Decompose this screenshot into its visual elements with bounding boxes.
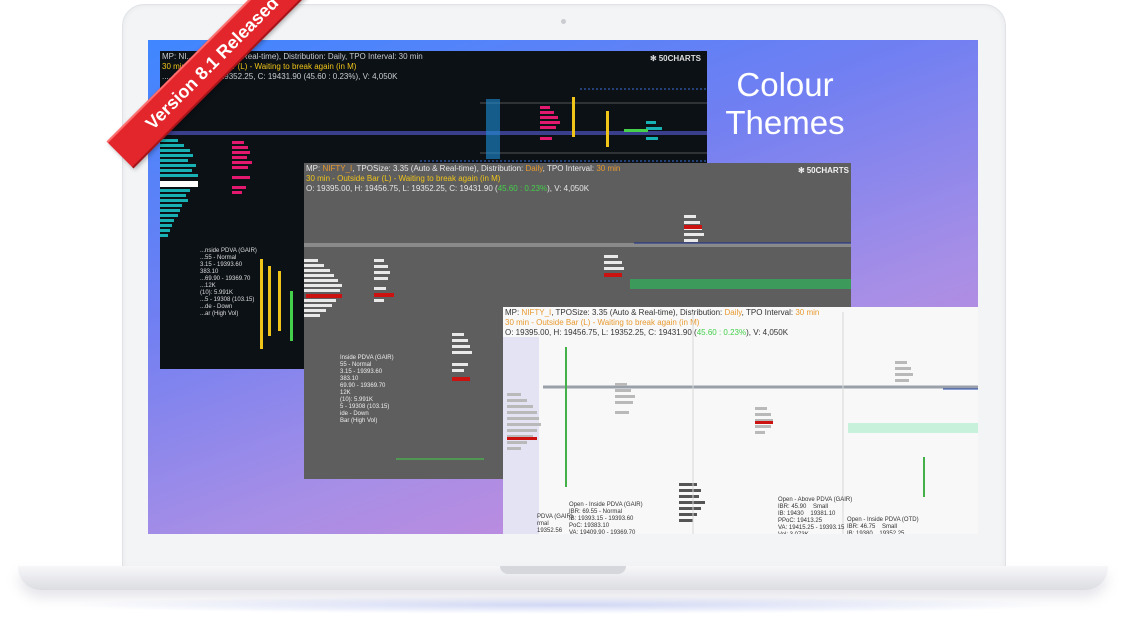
tagline: Colour Themes xyxy=(700,66,870,142)
light-tpo-chart xyxy=(503,312,978,534)
tagline-line1: Colour xyxy=(736,66,834,103)
light-note-3: Open - Above PDVA (GAIR) IBR: 45.90 Smal… xyxy=(778,497,853,534)
tagline-line2: Themes xyxy=(725,104,845,141)
grey-profile-notes: Inside PDVA (GAIR) 55 - Normal 3.15 - 19… xyxy=(340,355,394,424)
dark-profile-notes: ...nside PDVA (GAIR) ...55 - Normal 3.15… xyxy=(200,248,257,317)
laptop-base-notch xyxy=(500,566,626,574)
laptop-shadow xyxy=(60,596,1066,614)
light-note-2: Open - Inside PDVA (GAIR) IBR: 69.55 - N… xyxy=(569,502,643,534)
camera-dot xyxy=(561,19,566,24)
light-note-1: PDVA (GAIR) rmal 19352.56 xyxy=(537,514,573,534)
light-note-4: Open - Inside PDVA (OTD) IBR: 46.75 Smal… xyxy=(847,517,919,534)
light-theme-chart: MP: NIFTY_I, TPOSize: 3.35 (Auto & Real-… xyxy=(503,307,978,534)
